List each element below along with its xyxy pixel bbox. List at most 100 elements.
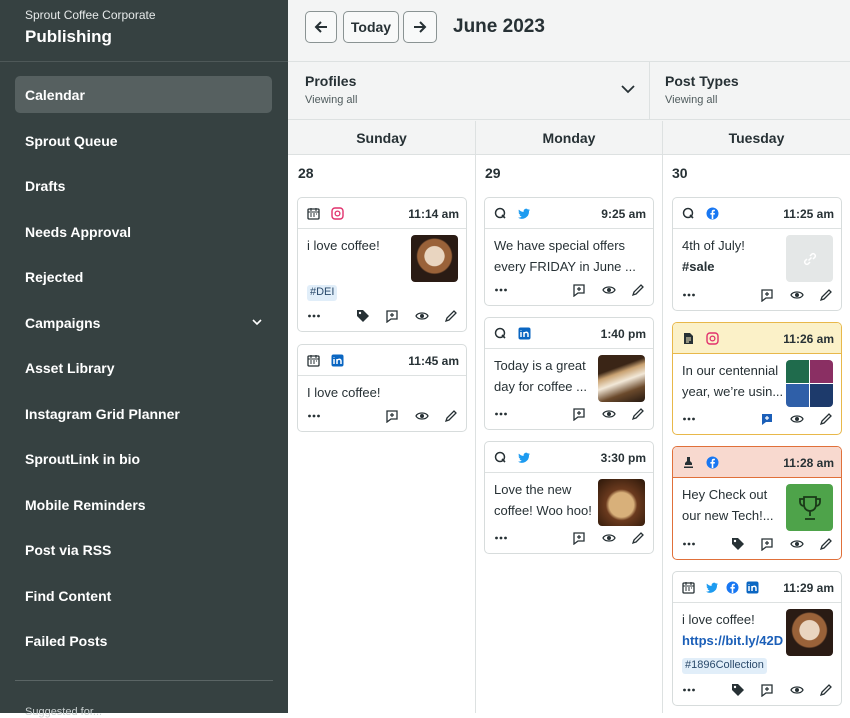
comment-icon[interactable] — [572, 283, 586, 298]
post-card[interactable]: 11:45 am I love coffee! — [297, 344, 467, 432]
preview-icon[interactable] — [602, 407, 616, 421]
sidebar-item-instagram-grid-planner[interactable]: Instagram Grid Planner — [15, 395, 272, 432]
preview-icon[interactable] — [415, 409, 429, 423]
sidebar-item-label: SproutLink in bio — [25, 450, 141, 467]
trophy-icon — [798, 495, 821, 520]
edit-icon[interactable] — [444, 309, 458, 323]
preview-icon[interactable] — [602, 531, 616, 545]
more-options-icon[interactable] — [682, 288, 696, 302]
edit-icon[interactable] — [631, 531, 645, 545]
instagram-icon — [706, 332, 719, 345]
post-card-draft[interactable]: 11:26 am In our centennial year, we’re us… — [672, 322, 842, 435]
sidebar-item-calendar[interactable]: Calendar — [15, 76, 272, 113]
date-number: 30 — [672, 165, 688, 181]
edit-icon[interactable] — [631, 407, 645, 421]
preview-icon[interactable] — [790, 288, 804, 302]
linkedin-icon — [331, 354, 344, 367]
edit-icon[interactable] — [444, 409, 458, 423]
profiles-filter[interactable]: Profiles Viewing all — [288, 62, 649, 120]
post-card[interactable]: 3:30 pm Love the new coffee! Woo hoo! — [484, 441, 654, 554]
post-time: 11:29 am — [783, 581, 834, 595]
more-options-icon[interactable] — [682, 683, 696, 697]
more-options-icon[interactable] — [494, 531, 508, 545]
edit-icon[interactable] — [819, 537, 833, 551]
post-card-header: 1:40 pm — [485, 318, 653, 349]
sidebar-item-failed-posts[interactable]: Failed Posts — [15, 622, 272, 659]
post-text: We have special offers every FRIDAY in Ju… — [494, 235, 649, 280]
post-tag: #1896Collection — [682, 658, 767, 674]
edit-icon[interactable] — [819, 412, 833, 426]
post-text: i love coffee! https://bit.ly/42D — [682, 609, 788, 654]
sidebar-item-find-content[interactable]: Find Content — [15, 577, 272, 614]
tag-icon[interactable] — [356, 309, 370, 323]
post-link[interactable]: https://bit.ly/42D — [682, 630, 788, 651]
sidebar-item-label: Failed Posts — [25, 632, 108, 649]
sidebar-item-label: Sprout Queue — [25, 132, 118, 149]
post-card[interactable]: 11:14 am i love coffee! #DEI — [297, 197, 467, 332]
edit-icon[interactable] — [819, 683, 833, 697]
comment-icon[interactable] — [760, 412, 774, 426]
sidebar-item-sproutlink[interactable]: SproutLink in bio — [15, 440, 272, 477]
edit-icon[interactable] — [819, 288, 833, 302]
post-actions — [298, 303, 466, 331]
post-card[interactable]: 11:25 am 4th of July! #sale — [672, 197, 842, 311]
post-card[interactable]: 9:25 am We have special offers every FRID… — [484, 197, 654, 306]
chevron-down-icon[interactable] — [250, 315, 264, 329]
comment-icon[interactable] — [760, 537, 774, 552]
post-text-line: In our centennial — [682, 363, 779, 378]
preview-icon[interactable] — [415, 309, 429, 323]
more-options-icon[interactable] — [494, 407, 508, 421]
column-header-sunday: Sunday — [288, 121, 475, 155]
post-text: Today is a great day for coffee ... — [494, 355, 594, 400]
sidebar-item-needs-approval[interactable]: Needs Approval — [15, 213, 272, 250]
preview-icon[interactable] — [790, 412, 804, 426]
sidebar-item-label: Drafts — [25, 177, 66, 194]
prev-button[interactable] — [305, 11, 337, 43]
post-actions — [485, 401, 653, 429]
post-types-filter[interactable]: Post Types Viewing all — [650, 62, 850, 120]
comment-icon[interactable] — [385, 309, 399, 324]
more-options-icon[interactable] — [494, 283, 508, 297]
post-text-line: Hey Check out — [682, 487, 768, 502]
sidebar-item-post-via-rss[interactable]: Post via RSS — [15, 531, 272, 568]
post-card-pending-approval[interactable]: 11:28 am Hey Check out our new Tech!... — [672, 446, 842, 560]
comment-icon[interactable] — [572, 531, 586, 546]
post-text-line: day for coffee ... — [494, 379, 587, 394]
preview-icon[interactable] — [790, 537, 804, 551]
tag-icon[interactable] — [731, 683, 745, 697]
arrow-right-icon — [414, 21, 427, 33]
comment-icon[interactable] — [760, 288, 774, 303]
sidebar-item-mobile-reminders[interactable]: Mobile Reminders — [15, 486, 272, 523]
more-options-icon[interactable] — [682, 412, 696, 426]
more-options-icon[interactable] — [307, 409, 321, 423]
edit-icon[interactable] — [631, 283, 645, 297]
sidebar-item-drafts[interactable]: Drafts — [15, 167, 272, 204]
sidebar-item-asset-library[interactable]: Asset Library — [15, 349, 272, 386]
post-card-header: 11:26 am — [673, 323, 841, 354]
comment-icon[interactable] — [760, 683, 774, 698]
post-card-header: 11:25 am — [673, 198, 841, 229]
profiles-filter-title: Profiles — [305, 73, 357, 89]
tag-icon[interactable] — [731, 537, 745, 551]
post-text-line: i love coffee! — [682, 612, 755, 627]
post-actions — [673, 531, 841, 559]
sidebar-item-rejected[interactable]: Rejected — [15, 258, 272, 295]
preview-icon[interactable] — [790, 683, 804, 697]
next-button[interactable] — [403, 11, 437, 43]
twitter-icon — [706, 582, 718, 593]
comment-icon[interactable] — [385, 409, 399, 424]
post-card[interactable]: 1:40 pm Today is a great day for coffee .… — [484, 317, 654, 430]
facebook-icon — [726, 581, 739, 594]
post-types-filter-title: Post Types — [665, 73, 739, 89]
today-button[interactable]: Today — [343, 11, 399, 43]
more-options-icon[interactable] — [307, 309, 321, 323]
sidebar-item-campaigns[interactable]: Campaigns — [15, 304, 272, 341]
sidebar: Sprout Coffee Corporate Publishing Calen… — [0, 0, 288, 718]
preview-icon[interactable] — [602, 283, 616, 297]
queue-icon — [682, 207, 694, 219]
comment-icon[interactable] — [572, 407, 586, 422]
post-text-line: our new Tech!... — [682, 508, 774, 523]
more-options-icon[interactable] — [682, 537, 696, 551]
sidebar-item-sprout-queue[interactable]: Sprout Queue — [15, 122, 272, 159]
post-card[interactable]: 11:29 am i love coffee! https://bit.ly/42… — [672, 571, 842, 706]
